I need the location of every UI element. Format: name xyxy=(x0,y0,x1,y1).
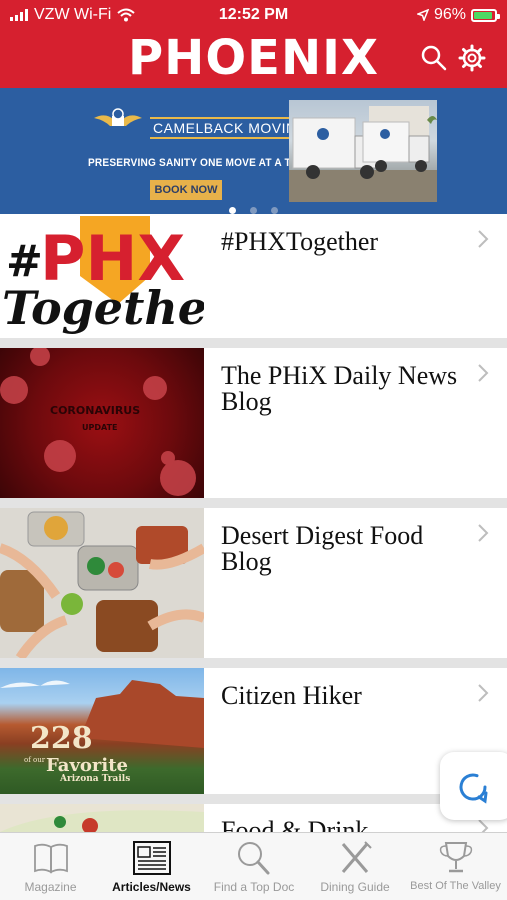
tab-dining-guide[interactable]: Dining Guide xyxy=(306,833,404,900)
page-dot[interactable] xyxy=(271,207,278,214)
tab-label: Articles/News xyxy=(112,880,191,894)
page-dot[interactable] xyxy=(250,207,257,214)
thumb-text-together: Together xyxy=(2,281,204,335)
refresh-icon xyxy=(459,773,488,804)
divider xyxy=(0,338,507,348)
battery-percent: 96% xyxy=(433,6,466,23)
banner-brand: CAMELBACK MOVING xyxy=(150,117,312,139)
banner-tagline: PRESERVING SANITY ONE MOVE AT A TIME xyxy=(88,157,310,169)
list-item-label: #PHXTogether xyxy=(221,227,379,256)
chevron-right-icon xyxy=(478,684,489,702)
thumb-text-favorite: Favorite xyxy=(46,755,128,776)
hiker-thumb: 228 of our Favorite Arizona Trails xyxy=(0,668,204,794)
chevron-right-icon xyxy=(478,364,489,382)
chevron-right-icon xyxy=(478,230,489,248)
tab-magazine[interactable]: Magazine xyxy=(0,833,101,900)
refresh-button[interactable] xyxy=(440,752,507,820)
search-icon[interactable] xyxy=(420,44,448,72)
tab-label: Find a Top Doc xyxy=(213,880,295,894)
tab-articles-news[interactable]: Articles/News xyxy=(101,833,202,900)
divider xyxy=(0,794,507,804)
fork-knife-icon xyxy=(341,841,372,873)
chevron-right-icon xyxy=(478,819,489,832)
list-item-label: Food & Drink xyxy=(221,816,369,833)
magnifier-icon xyxy=(238,842,270,875)
book-now-button[interactable]: BOOK NOW xyxy=(150,180,222,200)
ad-banner[interactable]: CAMELBACK MOVING PRESERVING SANITY ONE M… xyxy=(0,88,507,214)
trophy-icon xyxy=(439,842,472,873)
tab-find-top-doc[interactable]: Find a Top Doc xyxy=(202,833,306,900)
list-item[interactable]: # PHX Together #PHXTogether xyxy=(0,214,507,338)
food-thumb xyxy=(0,508,207,661)
tab-bar: Magazine Articles/News Find a Top Doc Di… xyxy=(0,832,507,900)
list-item[interactable]: Desert Digest Food Blog xyxy=(0,508,507,661)
list-item[interactable]: CORONAVIRUS UPDATE The PHiX Daily News B… xyxy=(0,346,507,498)
phx-together-thumb: # PHX Together xyxy=(0,214,235,338)
coronavirus-thumb: CORONAVIRUS UPDATE xyxy=(0,346,204,498)
divider xyxy=(0,658,507,668)
chevron-right-icon xyxy=(478,524,489,542)
list-item[interactable]: 228 of our Favorite Arizona Trails Citiz… xyxy=(0,668,507,794)
list-item-label: Citizen Hiker xyxy=(221,681,362,710)
list-item-label: Desert Digest Food Blog xyxy=(221,521,424,576)
divider xyxy=(0,498,507,508)
moving-trucks-photo xyxy=(289,100,437,202)
thumb-text-of-our: of our xyxy=(24,756,46,764)
thumb-text-trails: Arizona Trails xyxy=(59,774,130,784)
newspaper-icon xyxy=(132,841,171,875)
status-bar: VZW Wi-Fi 12:52 PM 96% xyxy=(0,4,507,28)
tab-label: Dining Guide xyxy=(320,880,390,894)
list-item-label: The PHiX Daily News Blog xyxy=(221,361,458,416)
thumb-text-228: 228 xyxy=(30,721,93,756)
tab-best-of-the-valley[interactable]: Best Of The Valley xyxy=(404,833,507,900)
battery-icon xyxy=(471,8,500,22)
page-dot[interactable] xyxy=(229,207,236,214)
location-arrow-icon xyxy=(416,9,429,21)
thumb-text-coronavirus: CORONAVIRUS xyxy=(50,404,140,417)
winged-truck-logo xyxy=(94,108,142,126)
gear-icon[interactable] xyxy=(458,44,486,72)
tab-label: Best Of The Valley xyxy=(410,880,501,892)
top-bar: VZW Wi-Fi 12:52 PM 96% PHOENIX xyxy=(0,0,507,88)
svg-text:#: # xyxy=(6,236,43,287)
thumb-text-update: UPDATE xyxy=(82,423,118,432)
tab-label: Magazine xyxy=(24,880,77,894)
food-drink-thumb xyxy=(0,804,204,832)
list-item[interactable]: Food & Drink xyxy=(0,804,507,832)
book-icon xyxy=(33,843,68,874)
